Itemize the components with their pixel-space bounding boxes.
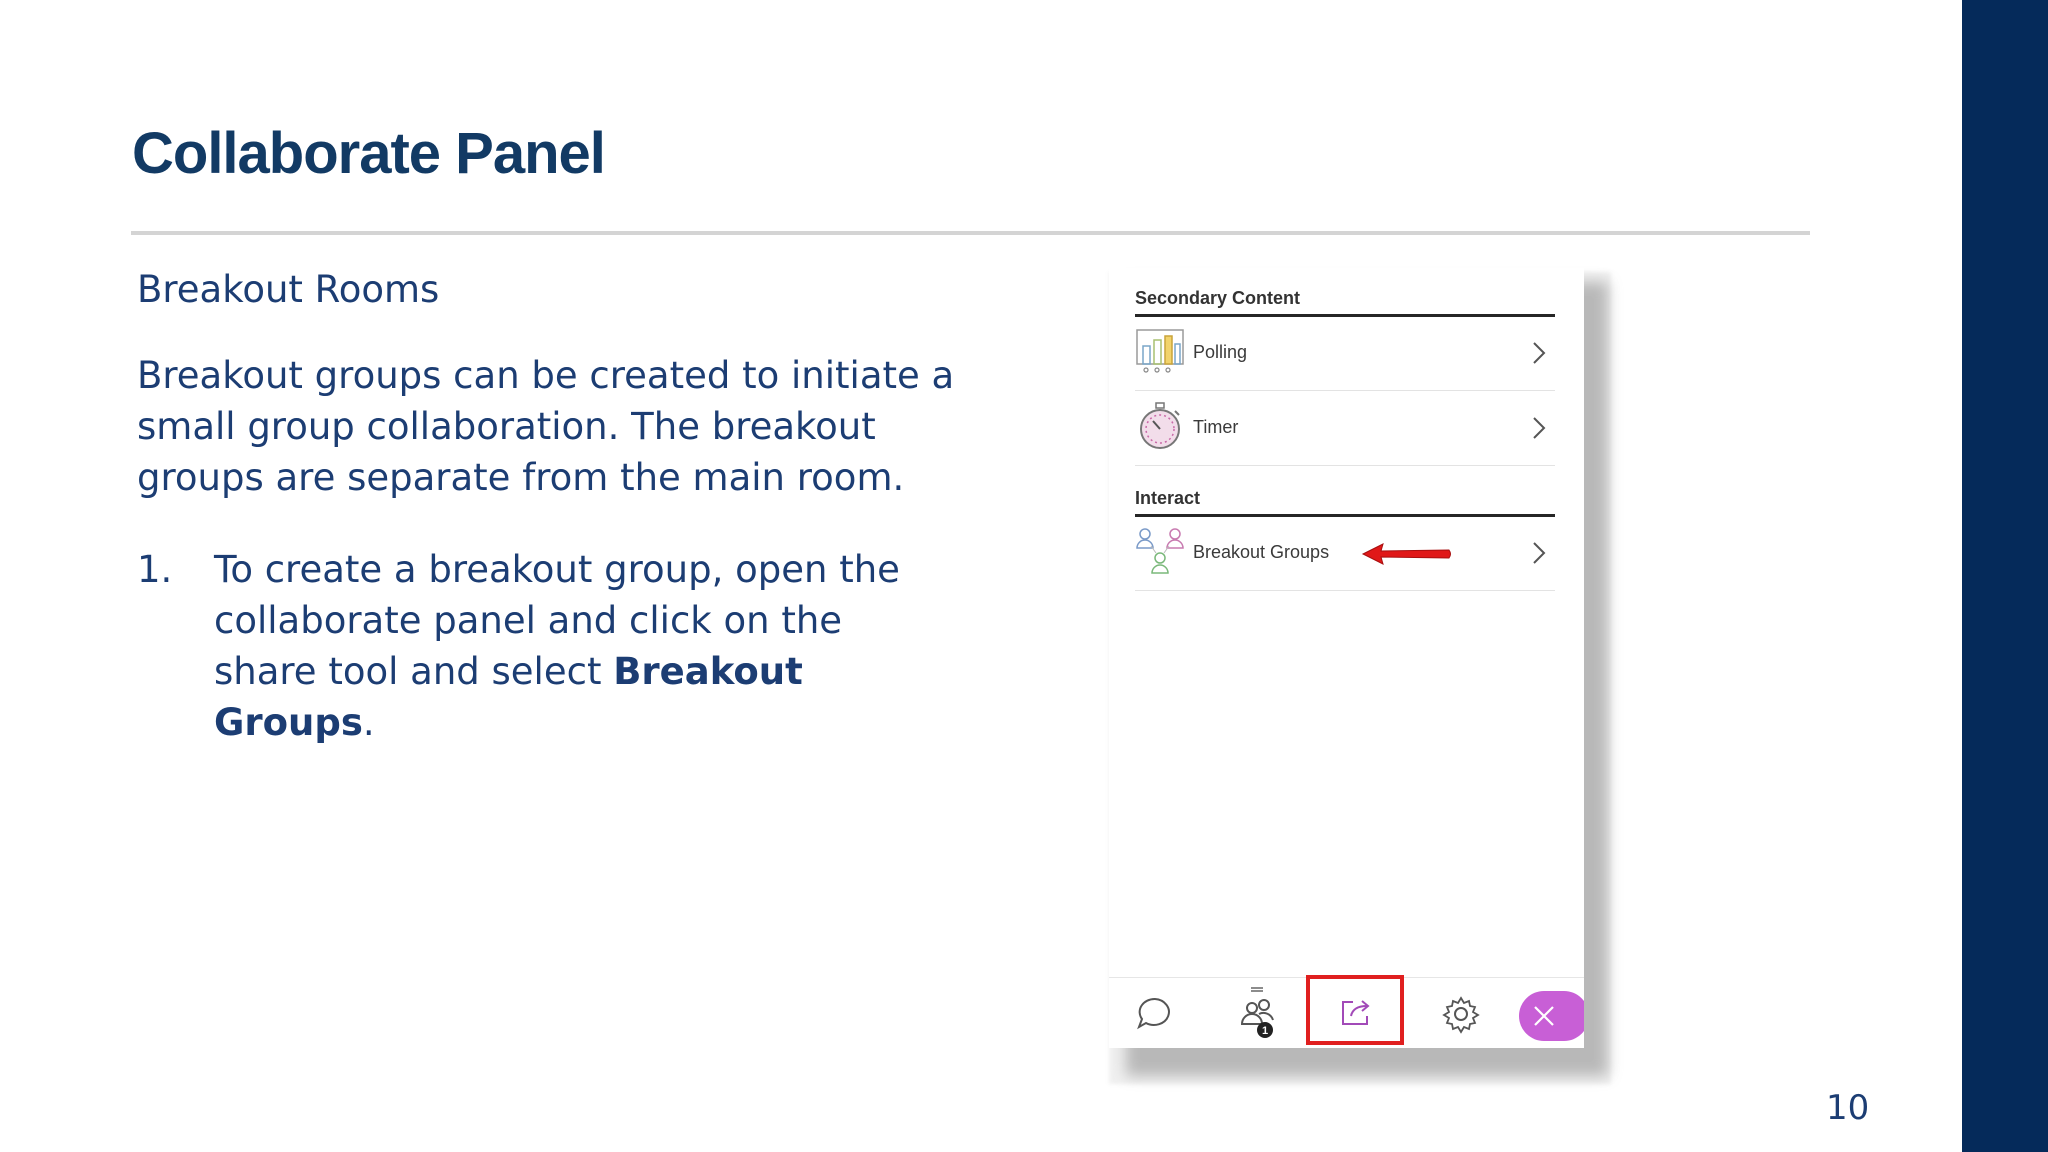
red-pointer-arrow-icon	[1361, 543, 1451, 565]
section-subheading: Breakout Rooms	[137, 268, 440, 311]
polling-icon	[1136, 329, 1184, 373]
step-text-end: .	[362, 701, 375, 744]
secondary-content-heading: Secondary Content	[1135, 288, 1301, 308]
page-number: 10	[1826, 1088, 1870, 1128]
panel-item-polling[interactable]: Polling	[1135, 316, 1555, 391]
breakout-groups-label: Breakout Groups	[1193, 542, 1330, 562]
interact-heading: Interact	[1135, 488, 1201, 508]
close-panel-button[interactable]	[1519, 991, 1584, 1041]
chat-icon[interactable]	[1135, 994, 1175, 1034]
panel-item-timer[interactable]: Timer	[1135, 391, 1555, 466]
timer-label: Timer	[1193, 417, 1239, 437]
polling-label: Polling	[1193, 342, 1248, 362]
panel-toolbar: 1	[1109, 975, 1584, 1048]
step-text: To create a breakout group, open the col…	[214, 544, 934, 748]
chevron-right-icon	[1533, 542, 1546, 564]
slide-title: Collaborate Panel	[132, 121, 606, 186]
share-content-icon[interactable]	[1337, 992, 1377, 1032]
chevron-right-icon	[1533, 417, 1546, 439]
chevron-right-icon	[1533, 342, 1546, 364]
right-accent-bar	[1962, 0, 2048, 1152]
panel-item-breakout-groups[interactable]: Breakout Groups	[1135, 516, 1555, 591]
settings-icon[interactable]	[1441, 994, 1481, 1034]
intro-paragraph: Breakout groups can be created to initia…	[137, 354, 955, 499]
collaborate-panel-screenshot: Secondary Content Polling Timer Interact	[1109, 268, 1584, 1048]
step-number: 1.	[137, 548, 173, 591]
title-divider	[131, 231, 1810, 235]
attendee-count-badge: 1	[1262, 1025, 1268, 1037]
timer-icon	[1140, 402, 1180, 449]
attendees-icon[interactable]: 1	[1237, 986, 1283, 1042]
close-icon	[1534, 1006, 1554, 1026]
breakout-groups-icon	[1136, 528, 1184, 574]
